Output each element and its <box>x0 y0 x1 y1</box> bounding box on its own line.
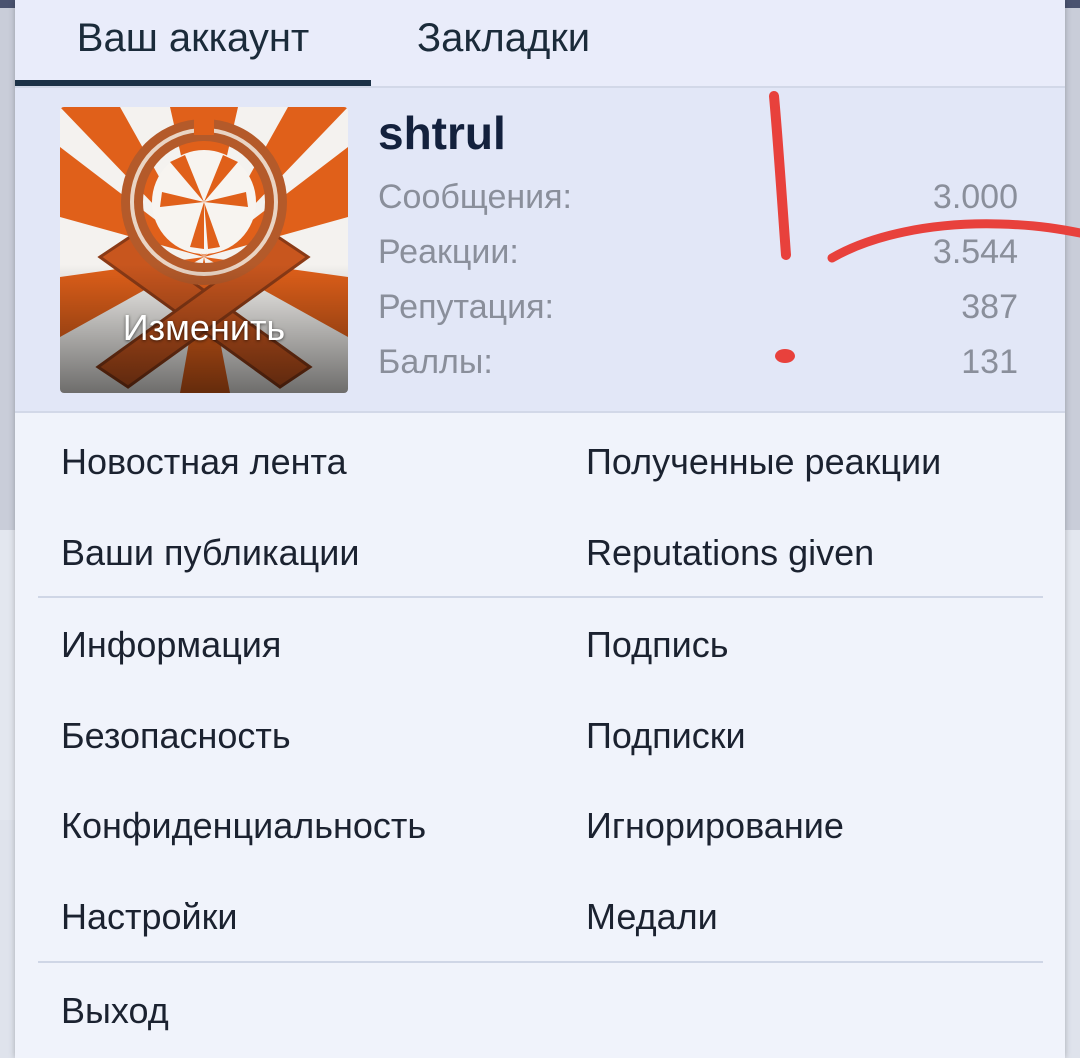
menu-divider <box>38 596 1043 598</box>
menu-logout[interactable]: Выход <box>61 990 169 1032</box>
stat-messages-value: 3.000 <box>932 178 1018 216</box>
menu-news-feed[interactable]: Новостная лента <box>61 441 347 483</box>
tab-bookmarks[interactable]: Закладки <box>417 0 590 86</box>
menu-subscriptions[interactable]: Подписки <box>586 715 746 757</box>
profile-stats: Сообщения: 3.000 Реакции: 3.544 Репутаци… <box>378 172 1018 392</box>
tab-your-account[interactable]: Ваш аккаунт <box>15 0 371 86</box>
avatar-edit-label: Изменить <box>122 307 286 348</box>
username[interactable]: shtrul <box>378 106 506 160</box>
avatar[interactable]: Изменить <box>60 107 348 393</box>
stat-reactions-value: 3.544 <box>932 233 1018 271</box>
stat-reactions-label: Реакции: <box>378 233 519 271</box>
menu-ignoring[interactable]: Игнорирование <box>586 805 844 847</box>
menu-reputations-given[interactable]: Reputations given <box>586 532 874 574</box>
tab-bookmarks-label: Закладки <box>417 16 591 60</box>
tab-your-account-label: Ваш аккаунт <box>76 16 310 60</box>
stat-reputation-label: Репутация: <box>378 288 554 326</box>
stat-reputation: Репутация: 387 <box>378 282 1018 337</box>
profile-summary: Изменить shtrul Сообщения: 3.000 Реакции… <box>15 88 1065 413</box>
menu-medals[interactable]: Медали <box>586 896 718 938</box>
menu-security[interactable]: Безопасность <box>61 715 291 757</box>
menu-received-reactions[interactable]: Полученные реакции <box>586 441 941 483</box>
stat-messages-label: Сообщения: <box>378 178 572 216</box>
account-tabs: Ваш аккаунт Закладки <box>15 0 1065 88</box>
active-tab-underline <box>15 80 371 86</box>
menu-your-posts[interactable]: Ваши публикации <box>61 532 359 574</box>
menu-privacy[interactable]: Конфиденциальность <box>61 805 426 847</box>
stat-points: Баллы: 131 <box>378 337 1018 392</box>
menu-information[interactable]: Информация <box>61 624 281 666</box>
menu-settings[interactable]: Настройки <box>61 896 238 938</box>
stat-reputation-value: 387 <box>961 288 1018 326</box>
stat-reactions: Реакции: 3.544 <box>378 227 1018 282</box>
stat-points-value: 131 <box>961 343 1018 381</box>
account-popup: Ваш аккаунт Закладки Изменить shtrul Соо… <box>15 0 1065 1058</box>
menu-signature[interactable]: Подпись <box>586 624 728 666</box>
avatar-image <box>60 107 348 393</box>
stat-messages: Сообщения: 3.000 <box>378 172 1018 227</box>
menu-divider-logout <box>38 961 1043 963</box>
stat-points-label: Баллы: <box>378 343 493 381</box>
